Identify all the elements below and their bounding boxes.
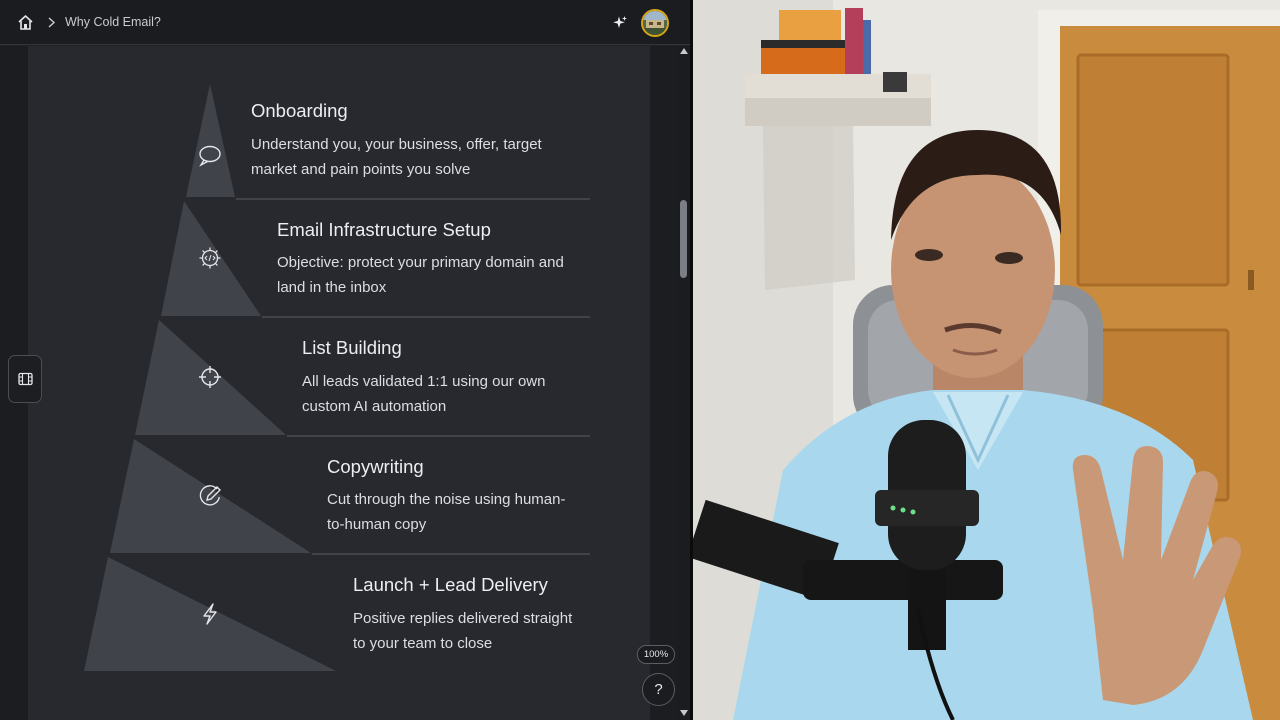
row-description-onboarding: Understand you, your business, offer, ta… bbox=[251, 136, 542, 178]
chevron-right-icon bbox=[48, 17, 56, 28]
user-avatar[interactable] bbox=[641, 9, 669, 37]
webcam-scene bbox=[693, 0, 1280, 720]
code-gear-icon bbox=[199, 247, 221, 269]
presentation-pane: Why Cold Email? Onboarding Understand yo… bbox=[0, 0, 690, 720]
film-strip-icon bbox=[18, 372, 33, 386]
home-icon[interactable] bbox=[17, 14, 34, 31]
row-title-infrastructure: Email Infrastructure Setup bbox=[277, 219, 491, 240]
app-window: Why Cold Email? Onboarding Understand yo… bbox=[0, 0, 1280, 720]
scroll-thumb[interactable] bbox=[680, 200, 687, 278]
row-title-onboarding: Onboarding bbox=[251, 100, 348, 121]
pyramid-tier-1 bbox=[186, 84, 235, 197]
row-description-launch: Positive replies delivered straight to y… bbox=[353, 610, 573, 652]
scroll-up-arrow-icon[interactable] bbox=[680, 48, 688, 54]
row-description-list-building: All leads validated 1:1 using our own cu… bbox=[302, 373, 546, 415]
pyramid-tier-2 bbox=[161, 201, 261, 316]
vertical-scrollbar[interactable] bbox=[678, 46, 690, 720]
ai-sparkle-icon[interactable] bbox=[612, 15, 628, 31]
row-title-list-building: List Building bbox=[302, 337, 402, 358]
row-description-copywriting: Cut through the noise using human-to-hum… bbox=[327, 491, 566, 533]
top-bar: Why Cold Email? bbox=[0, 0, 690, 45]
scroll-down-arrow-icon[interactable] bbox=[680, 710, 688, 716]
pyramid-tier-4 bbox=[110, 439, 311, 553]
slides-panel-toggle[interactable] bbox=[8, 355, 42, 403]
zoom-level[interactable]: 100% bbox=[637, 645, 675, 664]
help-button[interactable]: ? bbox=[642, 673, 675, 706]
slide-canvas: Onboarding Understand you, your business… bbox=[0, 46, 678, 720]
webcam-video bbox=[693, 0, 1280, 720]
row-description-infrastructure: Objective: protect your primary domain a… bbox=[277, 254, 564, 296]
pyramid-tier-3 bbox=[135, 320, 286, 435]
row-title-copywriting: Copywriting bbox=[327, 456, 424, 477]
row-title-launch: Launch + Lead Delivery bbox=[353, 574, 548, 595]
pyramid-tier-5 bbox=[84, 557, 336, 671]
breadcrumb-current[interactable]: Why Cold Email? bbox=[65, 15, 161, 29]
